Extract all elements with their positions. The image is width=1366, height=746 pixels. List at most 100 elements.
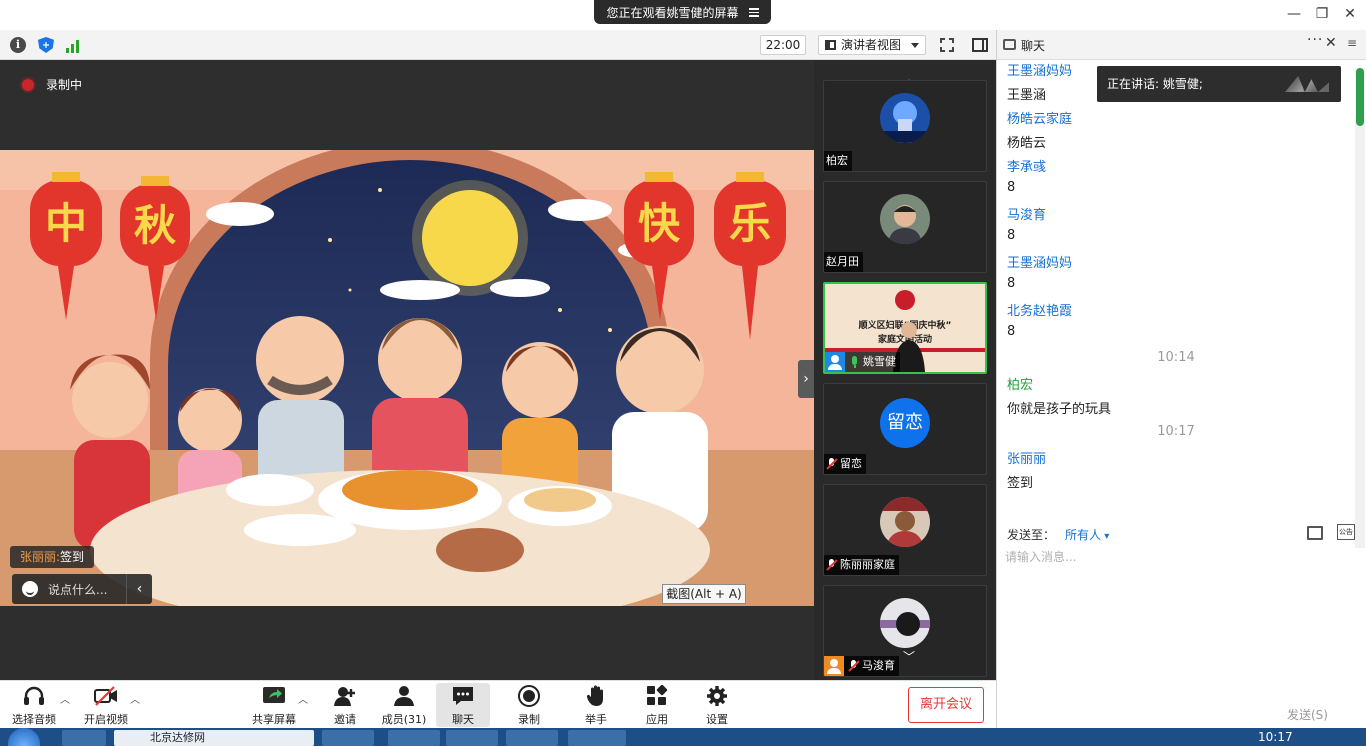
scrollbar-thumb[interactable] bbox=[1356, 68, 1364, 126]
share-options-chevron[interactable]: ︿ bbox=[298, 691, 308, 706]
participant-tile-active[interactable]: 顺义区妇联“国庆中秋” 家庭文明活动 姚雪健 bbox=[823, 282, 987, 374]
minimize-button[interactable]: — bbox=[1284, 4, 1304, 24]
fullscreen-icon[interactable] bbox=[940, 38, 954, 52]
start-video-button[interactable]: 开启视频 ︿ bbox=[82, 683, 140, 727]
participant-name: 赵月田 bbox=[824, 252, 863, 272]
chat-message-sender[interactable]: 张丽丽 bbox=[1007, 448, 1046, 467]
view-mode-label: 演讲者视图 bbox=[841, 38, 902, 52]
chat-overlay-sender: 张丽丽: bbox=[20, 550, 61, 564]
chat-message-sender[interactable]: 王墨涵妈妈 bbox=[1007, 60, 1072, 79]
share-screen-icon bbox=[263, 687, 285, 703]
menu-icon[interactable] bbox=[748, 7, 759, 17]
chat-message-text: 签到 bbox=[1007, 476, 1034, 491]
recording-label: 录制中 bbox=[46, 78, 83, 92]
chat-message-text: 8 bbox=[1007, 324, 1016, 339]
close-button[interactable]: ✕ bbox=[1340, 4, 1360, 24]
taskbar-app[interactable] bbox=[506, 730, 558, 746]
share-screen-button[interactable]: 共享屏幕 ︿ bbox=[250, 683, 308, 727]
raise-hand-button[interactable]: 举手 bbox=[576, 683, 616, 727]
meeting-timer: 22:00 bbox=[760, 35, 806, 55]
chat-message-text: 王墨涵 bbox=[1007, 88, 1047, 103]
restore-button[interactable]: ❐ bbox=[1312, 4, 1332, 24]
chat-message-sender[interactable]: 北务赵艳霞 bbox=[1007, 300, 1072, 319]
chat-message-sender[interactable]: 王墨涵妈妈 bbox=[1007, 252, 1072, 271]
taskbar-app[interactable] bbox=[446, 730, 498, 746]
quick-chat-input[interactable]: 说点什么... ‹ bbox=[12, 574, 152, 604]
info-icon[interactable]: i bbox=[10, 37, 26, 53]
send-button[interactable]: 发送(S) bbox=[1287, 706, 1328, 723]
lantern-char-2: 秋 bbox=[134, 201, 176, 250]
shield-icon[interactable] bbox=[38, 37, 54, 53]
side-panel-icon[interactable] bbox=[972, 38, 988, 52]
chat-message-text: 杨皓云 bbox=[1007, 136, 1047, 151]
screenshot-tooltip: 截图(Alt + A) bbox=[662, 584, 746, 604]
participant-tile[interactable]: 留恋 留恋 bbox=[823, 383, 987, 475]
moon-glow bbox=[412, 180, 528, 296]
participant-tile[interactable]: 陈丽丽家庭 bbox=[823, 484, 987, 576]
participant-tile[interactable]: 赵月田 bbox=[823, 181, 987, 273]
collapse-chat-button[interactable]: ‹ bbox=[126, 574, 152, 604]
chat-timestamp: 10:17 bbox=[1157, 424, 1195, 439]
apps-button[interactable]: 应用 bbox=[638, 683, 676, 727]
avatar bbox=[880, 93, 930, 143]
speaker-view-icon bbox=[825, 40, 836, 50]
members-button[interactable]: 成员(31) bbox=[380, 683, 428, 727]
chat-message-sender[interactable]: 马浚育 bbox=[1007, 204, 1046, 223]
send-to-dropdown[interactable]: 所有人 bbox=[1065, 526, 1109, 543]
settings-button[interactable]: 设置 bbox=[698, 683, 736, 727]
recording-indicator: 录制中 bbox=[22, 76, 82, 93]
chat-icon bbox=[453, 687, 473, 705]
chat-message-text: 8 bbox=[1007, 180, 1016, 195]
gallery-toggle-button[interactable]: › bbox=[798, 360, 814, 398]
chat-overlay-text: 签到 bbox=[60, 550, 85, 564]
chat-message-text: 8 bbox=[1007, 228, 1016, 243]
share-banner[interactable]: 您正在观看姚雪健的屏幕 bbox=[594, 0, 771, 24]
shared-screen[interactable]: 中 秋 快 乐 bbox=[0, 150, 814, 606]
chat-message-input[interactable] bbox=[1005, 548, 1349, 698]
quick-chat-placeholder: 说点什么... bbox=[48, 582, 108, 597]
lantern-char-1: 中 bbox=[45, 199, 87, 248]
initials-avatar: 留恋 bbox=[880, 398, 930, 448]
taskbar-app[interactable] bbox=[322, 730, 374, 746]
participant-strip: ︿ 柏宏 赵月田 顺义区妇联“国庆中秋” 家庭文明活动 姚雪健 留恋 留恋 陈丽… bbox=[814, 60, 996, 680]
leave-meeting-button[interactable]: 离开会议 bbox=[908, 687, 984, 723]
chat-panel: 聊天 ··· ✕ ≡ 王墨涵妈妈 王墨涵 杨皓云家庭 杨皓云 李承彧 8 马浚育 8 王墨涵妈妈… bbox=[996, 30, 1366, 746]
record-icon bbox=[518, 685, 540, 707]
chat-message-sender[interactable]: 杨皓云家庭 bbox=[1007, 108, 1072, 127]
taskbar-app[interactable] bbox=[568, 730, 626, 746]
chat-overlay-message: 张丽丽: 签到 bbox=[10, 546, 95, 568]
add-user-icon bbox=[334, 687, 355, 706]
chat-message-sender[interactable]: 柏宏 bbox=[1007, 374, 1033, 393]
taskbar-app[interactable] bbox=[62, 730, 106, 746]
start-button[interactable] bbox=[8, 728, 40, 746]
chat-scrollbar[interactable] bbox=[1355, 68, 1365, 548]
participant-tile[interactable]: 柏宏 bbox=[823, 80, 987, 172]
taskbar-browser[interactable]: 北京达修网 bbox=[114, 730, 314, 746]
close-chat-button[interactable]: ✕ bbox=[1325, 35, 1337, 51]
participant-name: 留恋 bbox=[824, 454, 866, 474]
window-title-bar: 您正在观看姚雪健的屏幕 — ❐ ✕ bbox=[0, 0, 1366, 30]
chat-button[interactable]: 聊天 bbox=[436, 683, 490, 727]
invite-button[interactable]: 邀请 bbox=[326, 683, 364, 727]
video-options-chevron[interactable]: ︿ bbox=[130, 691, 140, 706]
more-options-button[interactable]: ··· bbox=[1307, 32, 1323, 48]
os-taskbar: 北京达修网 10:17 bbox=[0, 728, 1366, 746]
participant-name: 柏宏 bbox=[824, 151, 852, 171]
announcement-icon[interactable]: 公告 bbox=[1337, 524, 1355, 540]
select-audio-button[interactable]: 选择音频 ︿ bbox=[8, 683, 70, 727]
chat-message-sender[interactable]: 李承彧 bbox=[1007, 156, 1046, 175]
view-mode-dropdown[interactable]: 演讲者视图 bbox=[818, 35, 926, 55]
send-to-selector: 发送至： 所有人 bbox=[1007, 526, 1109, 543]
headset-icon bbox=[24, 686, 44, 705]
scroll-down-button[interactable]: ﹀ bbox=[874, 648, 944, 666]
hamburger-menu-icon[interactable]: ≡ bbox=[1347, 36, 1357, 50]
signal-icon[interactable] bbox=[66, 37, 82, 53]
audio-options-chevron[interactable]: ︿ bbox=[60, 691, 70, 706]
hand-icon bbox=[586, 685, 603, 706]
chat-message-list[interactable]: 王墨涵妈妈 王墨涵 杨皓云家庭 杨皓云 李承彧 8 马浚育 8 王墨涵妈妈 8 北务赵艳霞 8 10:1… bbox=[997, 60, 1355, 520]
emoji-icon[interactable] bbox=[22, 581, 38, 597]
microphone-muted-icon bbox=[826, 559, 838, 571]
send-file-icon[interactable] bbox=[1307, 526, 1323, 540]
taskbar-app[interactable] bbox=[388, 730, 440, 746]
record-button[interactable]: 录制 bbox=[508, 683, 550, 727]
